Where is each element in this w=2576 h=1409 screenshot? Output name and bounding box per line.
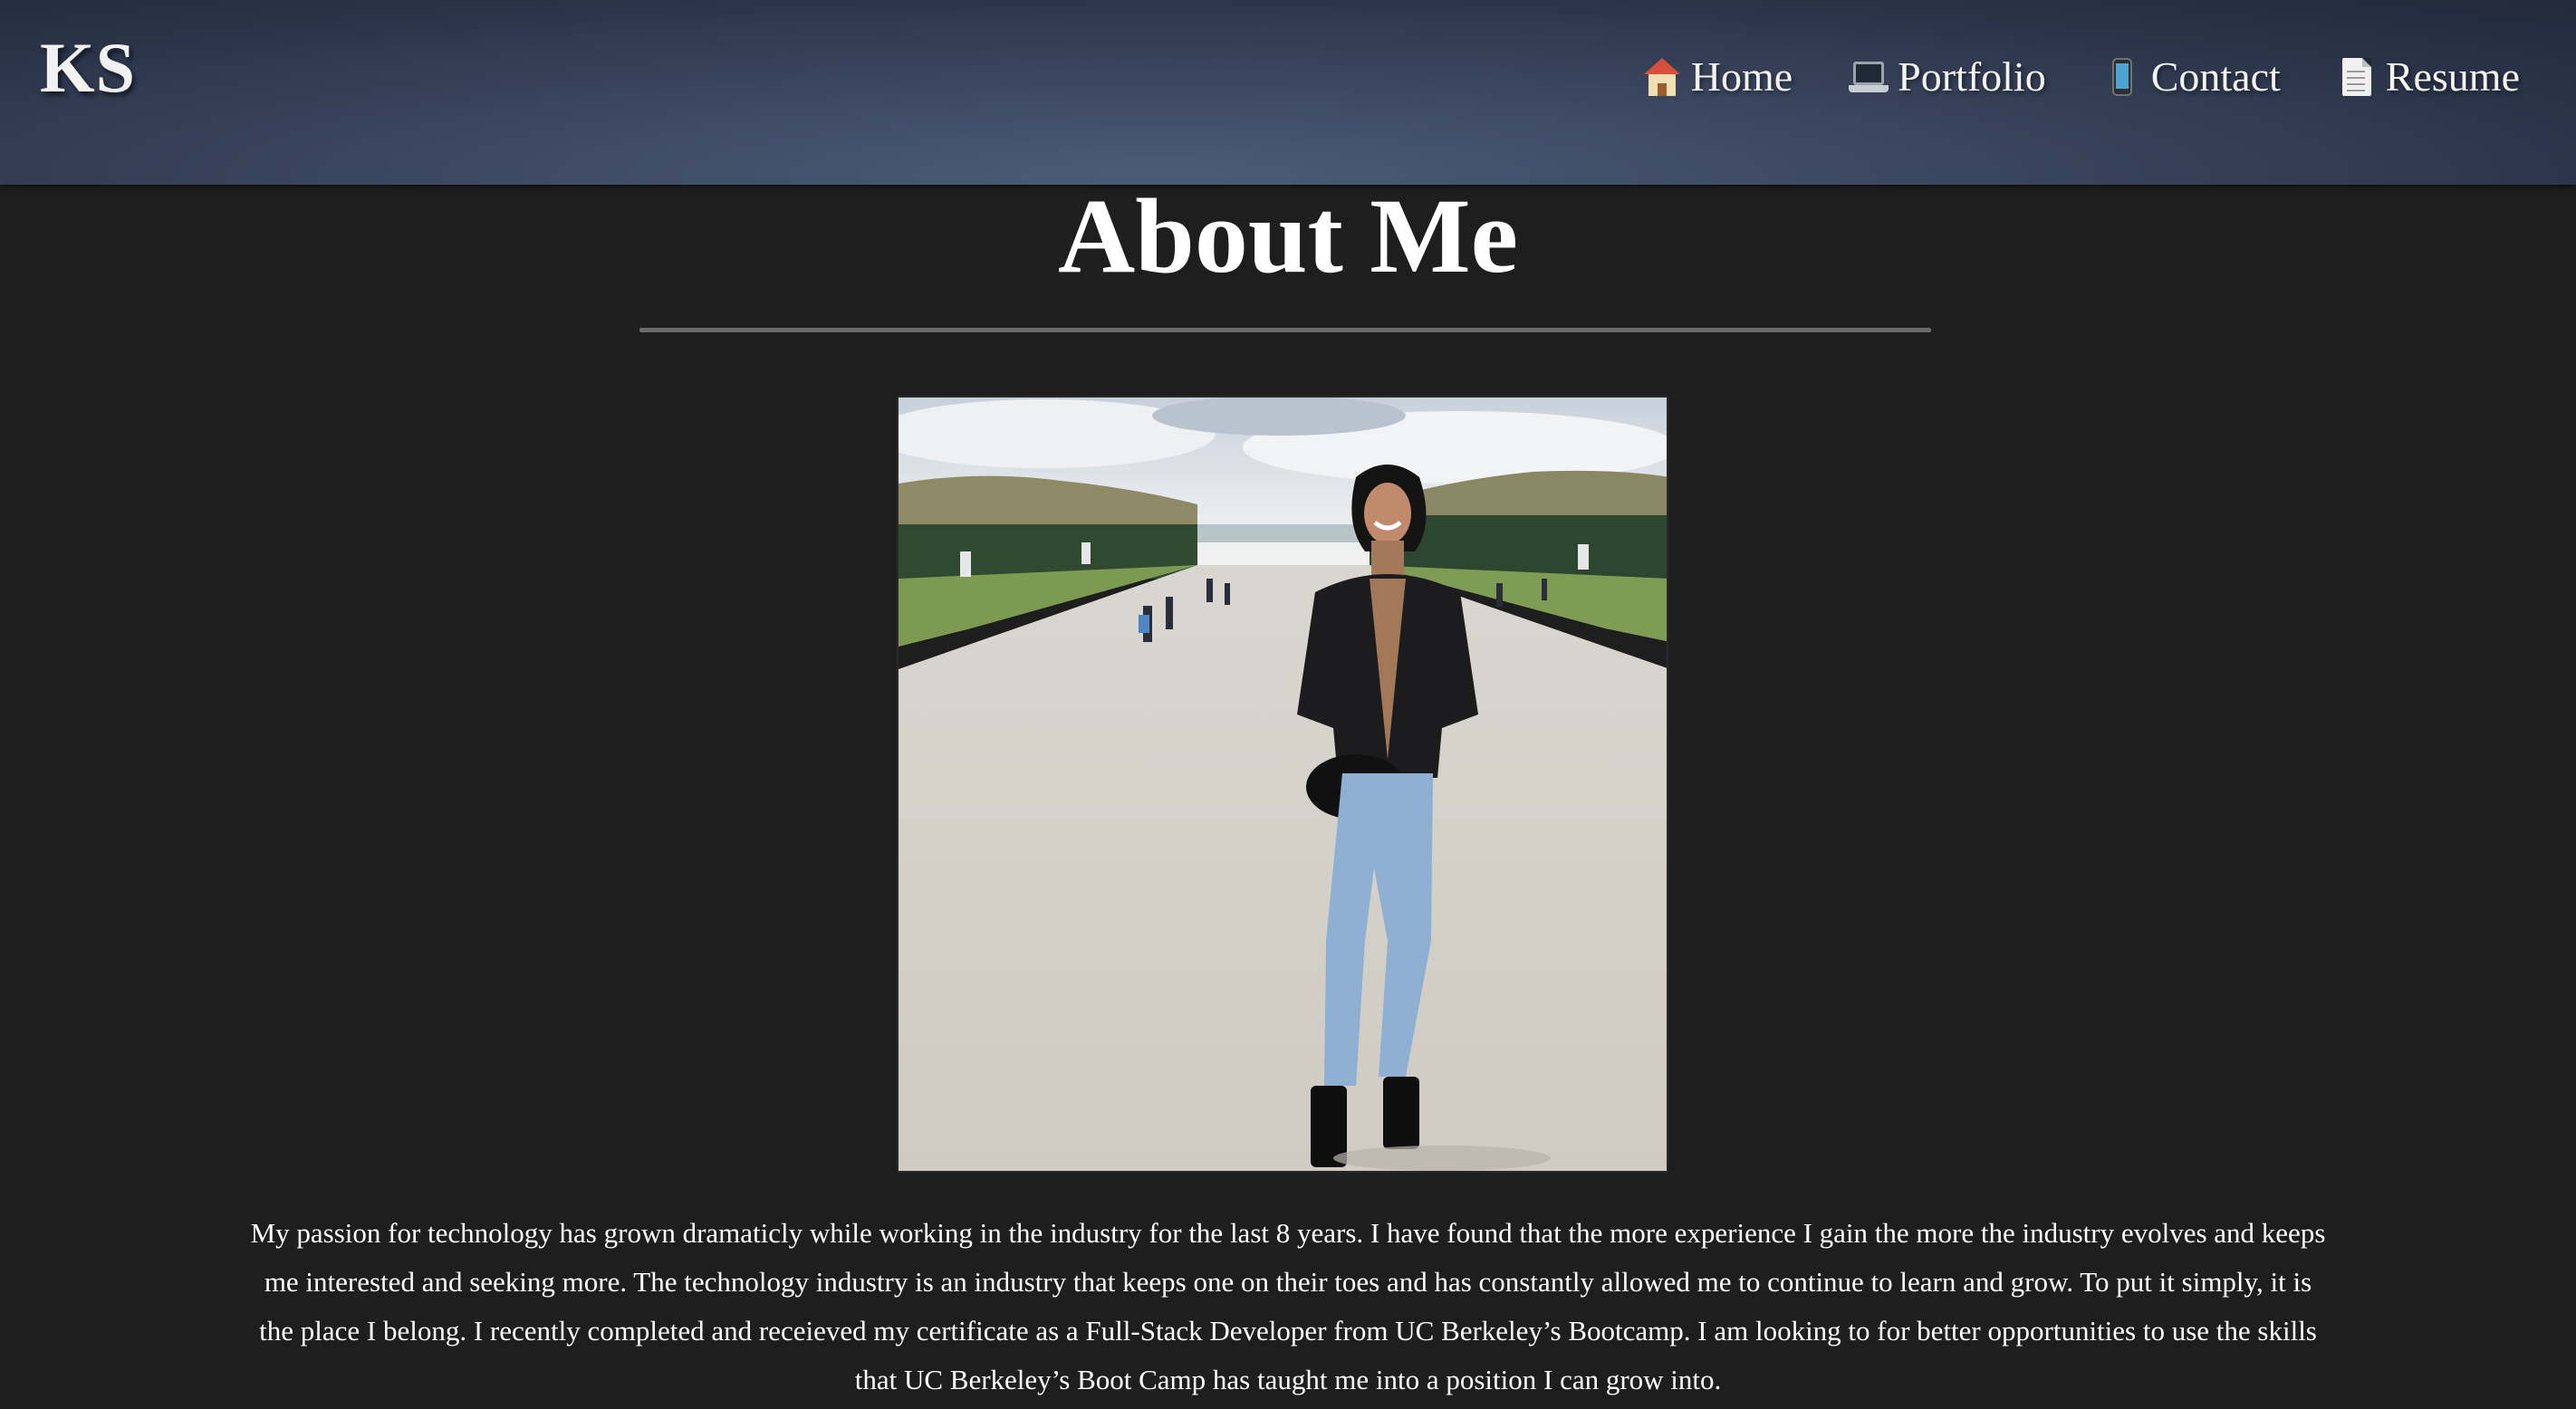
nav-contact-link[interactable]: Contact [2102,53,2281,101]
nav-home-label: Home [1690,53,1793,100]
about-bio-text: My passion for technology has grown dram… [250,1217,2326,1395]
nav-portfolio-label: Portfolio [1898,53,2046,100]
site-logo[interactable]: KS [40,27,136,109]
nav-contact-label: Contact [2150,53,2281,100]
page-title: About Me [1057,177,1518,295]
nav-resume-link[interactable]: Resume [2337,53,2520,101]
laptop-icon [1849,56,1889,98]
mobile-phone-icon [2102,56,2142,98]
nav-resume-label: Resume [2385,53,2520,100]
document-icon [2337,56,2377,98]
house-icon [1642,56,1682,98]
title-divider [639,328,1931,332]
nav-home-link[interactable]: Home [1642,53,1793,101]
main-nav: Home Portfolio Contact Resume [1642,53,2520,101]
profile-photo [897,396,1668,1173]
nav-portfolio-link[interactable]: Portfolio [1849,53,2046,101]
site-header: KS Home Portfolio Contact Resume [0,0,2576,185]
